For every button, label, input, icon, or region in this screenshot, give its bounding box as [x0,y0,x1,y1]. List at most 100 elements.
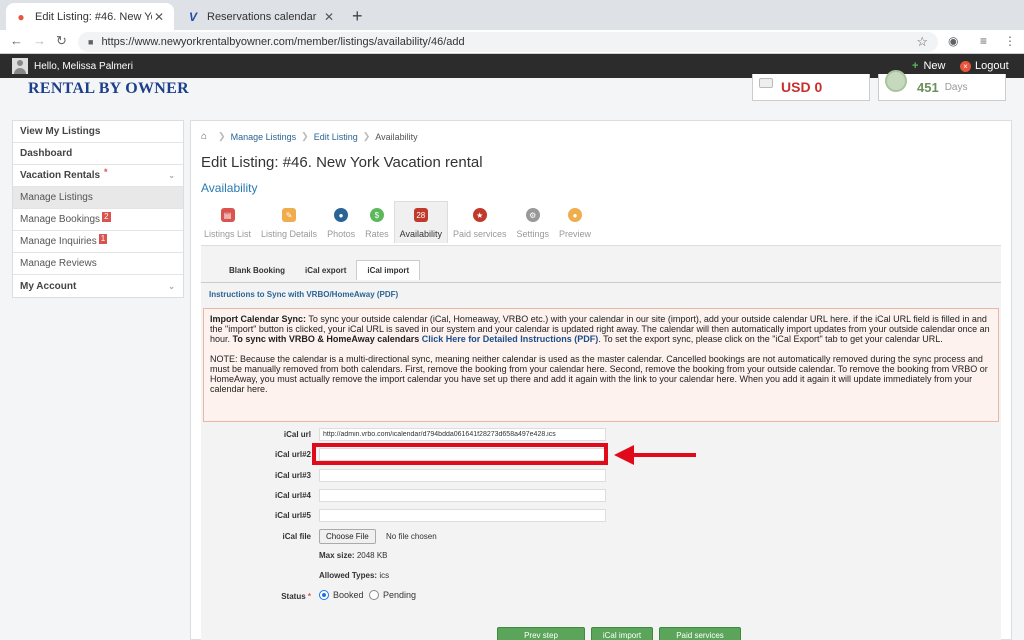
close-tab-icon[interactable]: ✕ [322,10,336,24]
ical-url5-input[interactable] [319,509,606,522]
step-rates[interactable]: $ Rates [360,201,394,243]
extension-menu-icon[interactable]: ≡ [980,34,987,48]
step-listings-list[interactable]: ▤ Listings List [199,201,256,243]
sidebar-item-label: View My Listings [20,126,101,137]
tab-title: Edit Listing: #46. New York Vac [35,10,152,23]
ical-url3-row: iCal url#3 [201,469,1001,483]
ical-url3-label: iCal url#3 [274,471,311,480]
tab-ical-import[interactable]: iCal import [356,260,421,280]
close-tab-icon[interactable]: ✕ [152,10,166,24]
wallet-icon [759,78,773,88]
count-badge: 2 [102,211,111,222]
step-listing-details[interactable]: ✎ Listing Details [256,201,322,243]
prev-step-button[interactable]: Prev step [497,627,585,640]
step-preview[interactable]: ● Preview [554,201,596,243]
days-badge-icon [885,70,907,92]
chrome-menu-icon[interactable]: ⋮ [1004,34,1016,48]
back-icon[interactable]: ← [10,33,23,48]
chevron-down-icon: ⌄ [168,281,175,291]
step-availability[interactable]: 28 Availability [393,201,448,243]
status-row: Status Booked Pending [201,590,1001,604]
bookmark-star-icon[interactable]: ☆ [916,34,928,50]
balance-value: USD 0 [781,79,823,95]
bottom-button-bar: Prev step iCal import Paid services [497,627,747,640]
logout-label: Logout [975,60,1009,72]
dollar-icon: $ [369,208,384,222]
step-photos[interactable]: ● Photos [322,201,360,243]
address-bar: ← → ↻ ■ https://www.newyorkrentalbyowner… [0,30,1024,54]
sidebar-item-label: Vacation Rentals [20,170,101,181]
breadcrumb-edit-listing[interactable]: Edit Listing [314,132,358,142]
ical-url2-label: iCal url#2 [274,450,311,459]
ical-url4-label: iCal url#4 [274,491,311,500]
sidebar-item-label: My Account [20,280,77,292]
highlight-box [312,443,608,465]
sidebar-item-manage-inquiries[interactable]: Manage Inquiries 1 [13,231,183,253]
max-size-row: Max size: 2048 KB [201,551,1001,565]
power-icon: × [960,61,971,72]
ical-url4-input[interactable] [319,489,606,502]
days-label: Days [944,81,968,93]
red-arrow-icon [614,445,696,465]
page-title: Edit Listing: #46. New York Vacation ren… [201,154,483,171]
extension-icon[interactable]: ◉ [948,34,958,48]
sidebar-item-label: Manage Listings [20,192,93,203]
required-marker: * [104,166,108,177]
ical-url5-row: iCal url#5 [201,509,1001,523]
tab-blank-booking[interactable]: Blank Booking [219,260,295,280]
step-paid-services[interactable]: ★ Paid services [448,201,512,243]
status-pending-radio[interactable]: Pending [369,590,416,600]
sidebar-item-vacation-rentals[interactable]: Vacation Rentals * ⌄ [13,165,183,187]
sidebar-item-label: Manage Reviews [20,258,97,269]
breadcrumb-current: Availability [375,131,418,142]
new-button[interactable]: + New [912,60,945,72]
availability-subtabs: Blank Booking iCal export iCal import [219,260,421,280]
calendar-icon: 28 [413,208,428,222]
days-value: 451 [917,79,939,95]
browser-tab-reservations[interactable]: V Reservations calendar ✕ [178,3,344,30]
ical-import-button[interactable]: iCal import [591,627,653,640]
url-text: https://www.newyorkrentalbyowner.com/mem… [101,36,465,48]
ical-url-input[interactable] [319,428,606,441]
allowed-types-row: Allowed Types: ics [201,571,1001,585]
new-tab-icon[interactable]: + [352,6,363,27]
page-subtitle: Availability [201,181,258,195]
sidebar-item-view-my-listings[interactable]: View My Listings [13,121,183,143]
allowed-types-label: Allowed Types: [319,571,378,580]
site-logo[interactable]: RENTAL BY OWNER [28,80,189,98]
step-settings[interactable]: ⚙ Settings [512,201,555,243]
choose-file-button[interactable]: Choose File [319,529,376,544]
clipboard-icon: ▤ [220,208,235,222]
sidebar-item-manage-reviews[interactable]: Manage Reviews [13,253,183,275]
paid-services-button[interactable]: Paid services [659,627,741,640]
breadcrumb-separator: ❯ [301,131,309,141]
main-panel: ⌂ ❯ Manage Listings ❯ Edit Listing ❯ Ava… [190,120,1012,640]
allowed-types-value: ics [379,571,390,580]
max-size-label: Max size: [319,551,355,560]
tab-ical-export[interactable]: iCal export [295,260,356,280]
bulb-icon: ● [568,208,583,222]
instructions-link[interactable]: Instructions to Sync with VRBO/HomeAway … [209,290,398,299]
breadcrumb-manage-listings[interactable]: Manage Listings [231,132,297,142]
pencil-icon: ✎ [282,208,297,222]
divider [201,282,1001,283]
status-booked-radio[interactable]: Booked [319,590,364,600]
status-label: Status [281,592,311,601]
url-field[interactable]: ■ https://www.newyorkrentalbyowner.com/m… [78,32,938,52]
ical-url5-label: iCal url#5 [274,511,311,520]
ical-url3-input[interactable] [319,469,606,482]
sidebar-item-my-account[interactable]: My Account ⌄ [13,275,183,297]
sidebar-item-dashboard[interactable]: Dashboard [13,143,183,165]
reload-icon[interactable]: ↻ [56,33,67,49]
avatar [12,58,28,74]
home-icon[interactable]: ⌂ [201,131,207,142]
browser-tab-edit-listing[interactable]: ● Edit Listing: #46. New York Vac ✕ [6,3,174,30]
forward-icon[interactable]: → [33,33,46,48]
notice-paragraph-1: Import Calendar Sync: To sync your outsi… [210,314,992,344]
sidebar-item-manage-bookings[interactable]: Manage Bookings 2 [13,209,183,231]
greeting-text: Hello, Melissa Palmeri [34,60,133,72]
step-label: Availability [399,229,442,239]
sidebar-item-manage-listings[interactable]: Manage Listings [13,187,183,209]
detailed-instructions-link[interactable]: Click Here for Detailed Instructions (PD… [419,334,599,344]
logout-button[interactable]: × Logout [960,60,1009,72]
